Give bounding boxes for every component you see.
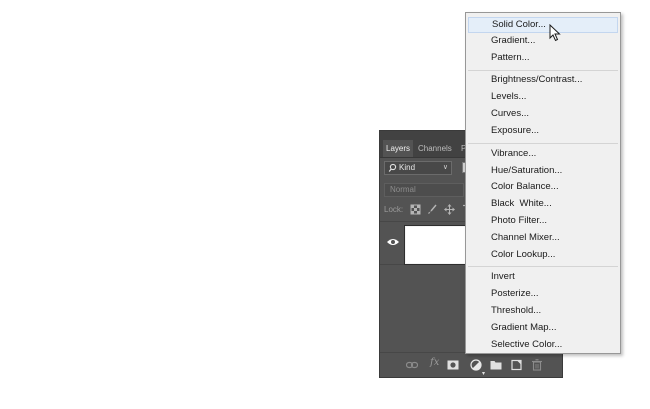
kind-filter-label: Kind bbox=[399, 163, 416, 172]
tab-channels[interactable]: Channels bbox=[415, 140, 455, 157]
new-layer-icon[interactable] bbox=[511, 359, 523, 371]
menu-item-invert[interactable]: Invert bbox=[468, 269, 618, 285]
search-icon bbox=[388, 163, 397, 172]
lock-label: Lock: bbox=[384, 205, 404, 214]
menu-item-curves[interactable]: Curves... bbox=[468, 106, 618, 122]
mouse-pointer-icon bbox=[549, 24, 561, 42]
lock-move-icon[interactable] bbox=[444, 204, 455, 215]
menu-separator bbox=[468, 266, 618, 267]
layer-thumbnail[interactable] bbox=[404, 225, 468, 265]
blend-mode-select[interactable]: Normal bbox=[384, 183, 464, 197]
chevron-down-icon: ∨ bbox=[442, 164, 448, 171]
adjustment-menu-indicator-icon: ▾ bbox=[482, 371, 486, 377]
menu-item-threshold[interactable]: Threshold... bbox=[468, 303, 618, 319]
menu-item-color-lookup[interactable]: Color Lookup... bbox=[468, 247, 618, 263]
trash-icon[interactable] bbox=[531, 359, 543, 371]
group-folder-icon[interactable] bbox=[490, 359, 502, 371]
menu-item-black-white[interactable]: Black White... bbox=[468, 196, 618, 212]
menu-item-color-balance[interactable]: Color Balance... bbox=[468, 179, 618, 195]
lock-transparent-icon[interactable] bbox=[410, 204, 421, 215]
eye-visibility-icon[interactable] bbox=[386, 237, 400, 247]
link-icon[interactable] bbox=[406, 359, 418, 371]
adjustment-layer-icon[interactable] bbox=[470, 359, 482, 371]
menu-item-exposure[interactable]: Exposure... bbox=[468, 123, 618, 139]
menu-item-brightness-contrast[interactable]: Brightness/Contrast... bbox=[468, 72, 618, 88]
menu-item-photo-filter[interactable]: Photo Filter... bbox=[468, 213, 618, 229]
menu-item-hue-saturation[interactable]: Hue/Saturation... bbox=[468, 163, 618, 179]
kind-filter-select[interactable]: Kind ∨ bbox=[384, 161, 452, 175]
lock-paint-brush-icon[interactable] bbox=[427, 204, 438, 215]
menu-separator bbox=[468, 143, 618, 144]
menu-item-solid-color[interactable]: Solid Color... bbox=[468, 17, 618, 33]
mask-icon[interactable] bbox=[447, 359, 459, 371]
menu-item-gradient[interactable]: Gradient... bbox=[468, 33, 618, 49]
tab-layers[interactable]: Layers bbox=[383, 140, 414, 157]
menu-item-selective-color[interactable]: Selective Color... bbox=[468, 337, 618, 353]
fx-icon[interactable]: fx bbox=[430, 357, 439, 368]
menu-item-vibrance[interactable]: Vibrance... bbox=[468, 146, 618, 162]
menu-item-levels[interactable]: Levels... bbox=[468, 89, 618, 105]
menu-item-gradient-map[interactable]: Gradient Map... bbox=[468, 320, 618, 336]
menu-item-posterize[interactable]: Posterize... bbox=[468, 286, 618, 302]
layers-bottom-bar: fx ▾ bbox=[380, 352, 562, 377]
adjustment-layer-menu: Solid Color... Gradient... Pattern... Br… bbox=[465, 12, 621, 354]
menu-separator bbox=[468, 70, 618, 71]
menu-item-pattern[interactable]: Pattern... bbox=[468, 50, 618, 66]
menu-item-channel-mixer[interactable]: Channel Mixer... bbox=[468, 230, 618, 246]
